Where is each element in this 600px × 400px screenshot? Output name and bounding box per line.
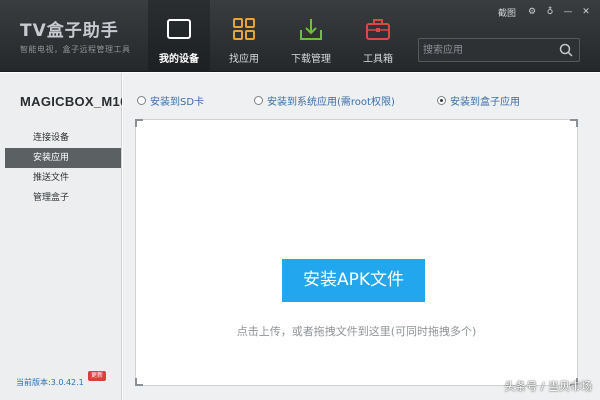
app-title: TV盒子助手 xyxy=(20,21,119,41)
drop-hint: 点击上传，或者拖拽文件到这里(可同时拖拽多个) xyxy=(236,325,477,338)
radio-label: 安装到系统应用(需root权限) xyxy=(267,97,395,108)
sidebar-item-connect-device[interactable]: 连接设备 xyxy=(5,128,121,148)
corner-mark xyxy=(570,119,578,127)
sidebar-menu: 连接设备 安装应用 推送文件 管理盒子 xyxy=(5,128,121,208)
nav-download-manager[interactable]: 下载管理 xyxy=(280,0,342,72)
skin-icon[interactable]: ♁ xyxy=(544,6,556,18)
nav-label: 工具箱 xyxy=(363,54,393,65)
window-controls: 截图 ⚙ ♁ — ✕ xyxy=(498,5,592,19)
radio-label: 安装到盒子应用 xyxy=(450,97,520,108)
nav-my-devices[interactable]: 我的设备 xyxy=(148,0,210,72)
update-badge[interactable]: 更新 xyxy=(88,371,106,381)
app-subtitle: 智能电视，盒子远程管理工具 xyxy=(20,45,131,54)
corner-mark xyxy=(135,378,143,386)
search-box xyxy=(418,38,580,62)
screenshot-button[interactable]: 截图 xyxy=(498,6,516,19)
nav-label: 找应用 xyxy=(229,54,259,65)
sidebar-item-install-apps[interactable]: 安装应用 xyxy=(5,148,121,168)
radio-dot[interactable] xyxy=(254,96,263,105)
radio-label: 安装到SD卡 xyxy=(150,97,205,108)
gear-icon[interactable]: ⚙ xyxy=(526,6,538,18)
device-name: MAGICBOX_M16C xyxy=(20,94,122,109)
main-content: 安装到SD卡 安装到系统应用(需root权限) 安装到盒子应用 安装APK文件 … xyxy=(123,73,600,400)
radio-install-sd[interactable]: 安装到SD卡 xyxy=(137,93,204,108)
app-logo: TV盒子助手 智能电视，盒子远程管理工具 xyxy=(20,16,131,55)
radio-dot[interactable] xyxy=(137,96,146,105)
sidebar-item-manage-box[interactable]: 管理盒子 xyxy=(5,188,121,208)
nav-find-apps[interactable]: 找应用 xyxy=(213,0,275,72)
tablet-icon xyxy=(167,19,191,39)
nav-toolbox[interactable]: 工具箱 xyxy=(347,0,409,72)
install-options: 安装到SD卡 安装到系统应用(需root权限) 安装到盒子应用 xyxy=(137,93,597,109)
download-icon xyxy=(300,19,322,40)
radio-dot[interactable] xyxy=(437,96,446,105)
version-label: 当前版本:3.0.42.1 xyxy=(16,378,84,387)
grid-icon xyxy=(233,18,255,40)
toolbox-icon xyxy=(366,19,390,40)
minimize-icon[interactable]: — xyxy=(562,6,574,18)
corner-mark xyxy=(135,119,143,127)
radio-install-system[interactable]: 安装到系统应用(需root权限) xyxy=(254,93,395,108)
search-icon[interactable] xyxy=(559,43,573,57)
file-drop-zone[interactable]: 安装APK文件 点击上传，或者拖拽文件到这里(可同时拖拽多个) xyxy=(135,119,578,386)
close-icon[interactable]: ✕ xyxy=(580,6,592,18)
search-input[interactable] xyxy=(423,42,553,58)
radio-install-box[interactable]: 安装到盒子应用 xyxy=(437,93,520,108)
sidebar: MAGICBOX_M16C 连接设备 安装应用 推送文件 管理盒子 当前版本:3… xyxy=(0,73,122,400)
install-apk-button[interactable]: 安装APK文件 xyxy=(282,259,425,302)
watermark: 头条号 / 当贝市场 xyxy=(504,380,592,393)
nav-label: 我的设备 xyxy=(159,54,199,65)
header-bar: TV盒子助手 智能电视，盒子远程管理工具 我的设备 找应用 下载管理 工具箱 截… xyxy=(0,0,600,72)
sidebar-item-push-files[interactable]: 推送文件 xyxy=(5,168,121,188)
nav-label: 下载管理 xyxy=(291,54,331,65)
